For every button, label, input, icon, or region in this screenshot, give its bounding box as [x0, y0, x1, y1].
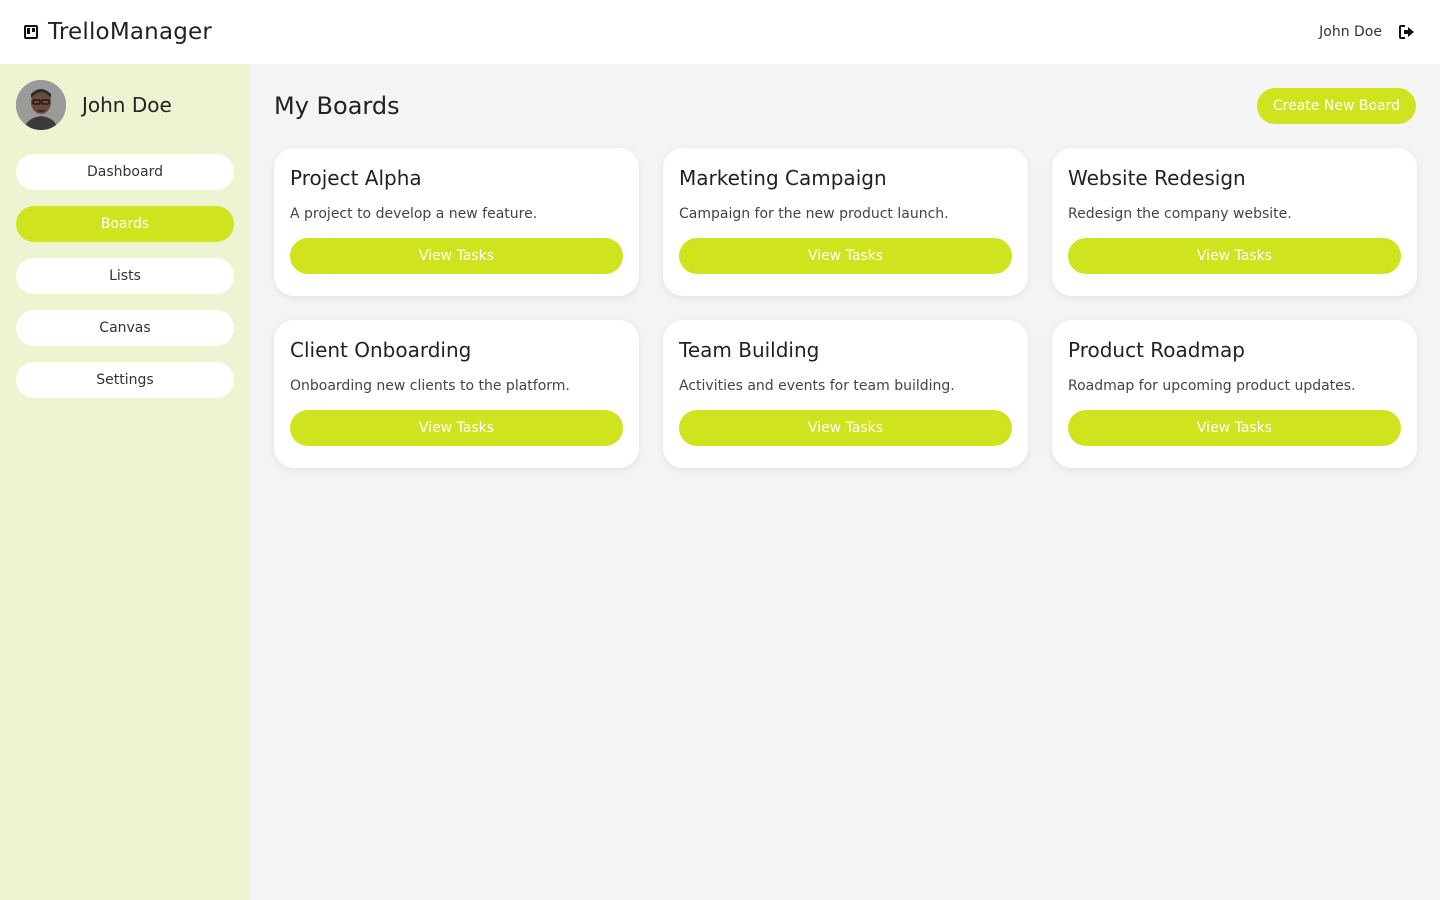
sidebar-item-lists[interactable]: Lists: [16, 258, 234, 294]
app-title: TrelloManager: [48, 19, 213, 45]
board-title: Website Redesign: [1068, 166, 1246, 190]
header-user-name: John Doe: [1319, 24, 1382, 40]
create-board-button[interactable]: Create New Board: [1256, 88, 1416, 124]
profile-name: John Doe: [82, 93, 172, 117]
view-tasks-button[interactable]: View Tasks: [1068, 410, 1401, 446]
board-description: A project to develop a new feature.: [290, 206, 538, 222]
board-card: Team Building Activities and events for …: [663, 320, 1028, 468]
board-title: Project Alpha: [290, 166, 422, 190]
view-tasks-button[interactable]: View Tasks: [679, 238, 1012, 274]
board-card: Marketing Campaign Campaign for the new …: [663, 148, 1028, 296]
main-content: My Boards Create New Board Project Alpha…: [250, 64, 1440, 900]
sidebar-item-boards[interactable]: Boards: [16, 206, 234, 242]
sidebar-item-canvas[interactable]: Canvas: [16, 310, 234, 346]
boards-grid: Project Alpha A project to develop a new…: [274, 148, 1417, 468]
sign-out-icon[interactable]: [1398, 23, 1416, 41]
view-tasks-button[interactable]: View Tasks: [290, 238, 623, 274]
trello-icon: [24, 25, 38, 39]
board-description: Roadmap for upcoming product updates.: [1068, 378, 1356, 394]
sidebar-item-settings[interactable]: Settings: [16, 362, 234, 398]
board-card: Project Alpha A project to develop a new…: [274, 148, 639, 296]
board-card: Client Onboarding Onboarding new clients…: [274, 320, 639, 468]
board-description: Activities and events for team building.: [679, 378, 955, 394]
brand[interactable]: TrelloManager: [24, 19, 212, 45]
sidebar-item-dashboard[interactable]: Dashboard: [16, 154, 234, 190]
header-user-area: John Doe: [1319, 23, 1416, 41]
profile: John Doe: [16, 80, 234, 130]
board-title: Marketing Campaign: [679, 166, 887, 190]
top-bar: TrelloManager John Doe: [0, 0, 1440, 64]
board-description: Redesign the company website.: [1068, 206, 1292, 222]
view-tasks-button[interactable]: View Tasks: [1068, 238, 1401, 274]
main-header: My Boards Create New Board: [274, 88, 1416, 124]
view-tasks-button[interactable]: View Tasks: [679, 410, 1012, 446]
avatar[interactable]: [16, 80, 66, 130]
sidebar-nav: Dashboard Boards Lists Canvas Settings: [16, 154, 234, 398]
board-title: Product Roadmap: [1068, 338, 1245, 362]
board-card: Website Redesign Redesign the company we…: [1052, 148, 1417, 296]
board-description: Onboarding new clients to the platform.: [290, 378, 570, 394]
board-description: Campaign for the new product launch.: [679, 206, 949, 222]
page-title: My Boards: [274, 92, 400, 120]
sidebar: John Doe Dashboard Boards Lists Canvas S…: [0, 64, 250, 900]
board-title: Client Onboarding: [290, 338, 472, 362]
board-title: Team Building: [679, 338, 820, 362]
view-tasks-button[interactable]: View Tasks: [290, 410, 623, 446]
board-card: Product Roadmap Roadmap for upcoming pro…: [1052, 320, 1417, 468]
